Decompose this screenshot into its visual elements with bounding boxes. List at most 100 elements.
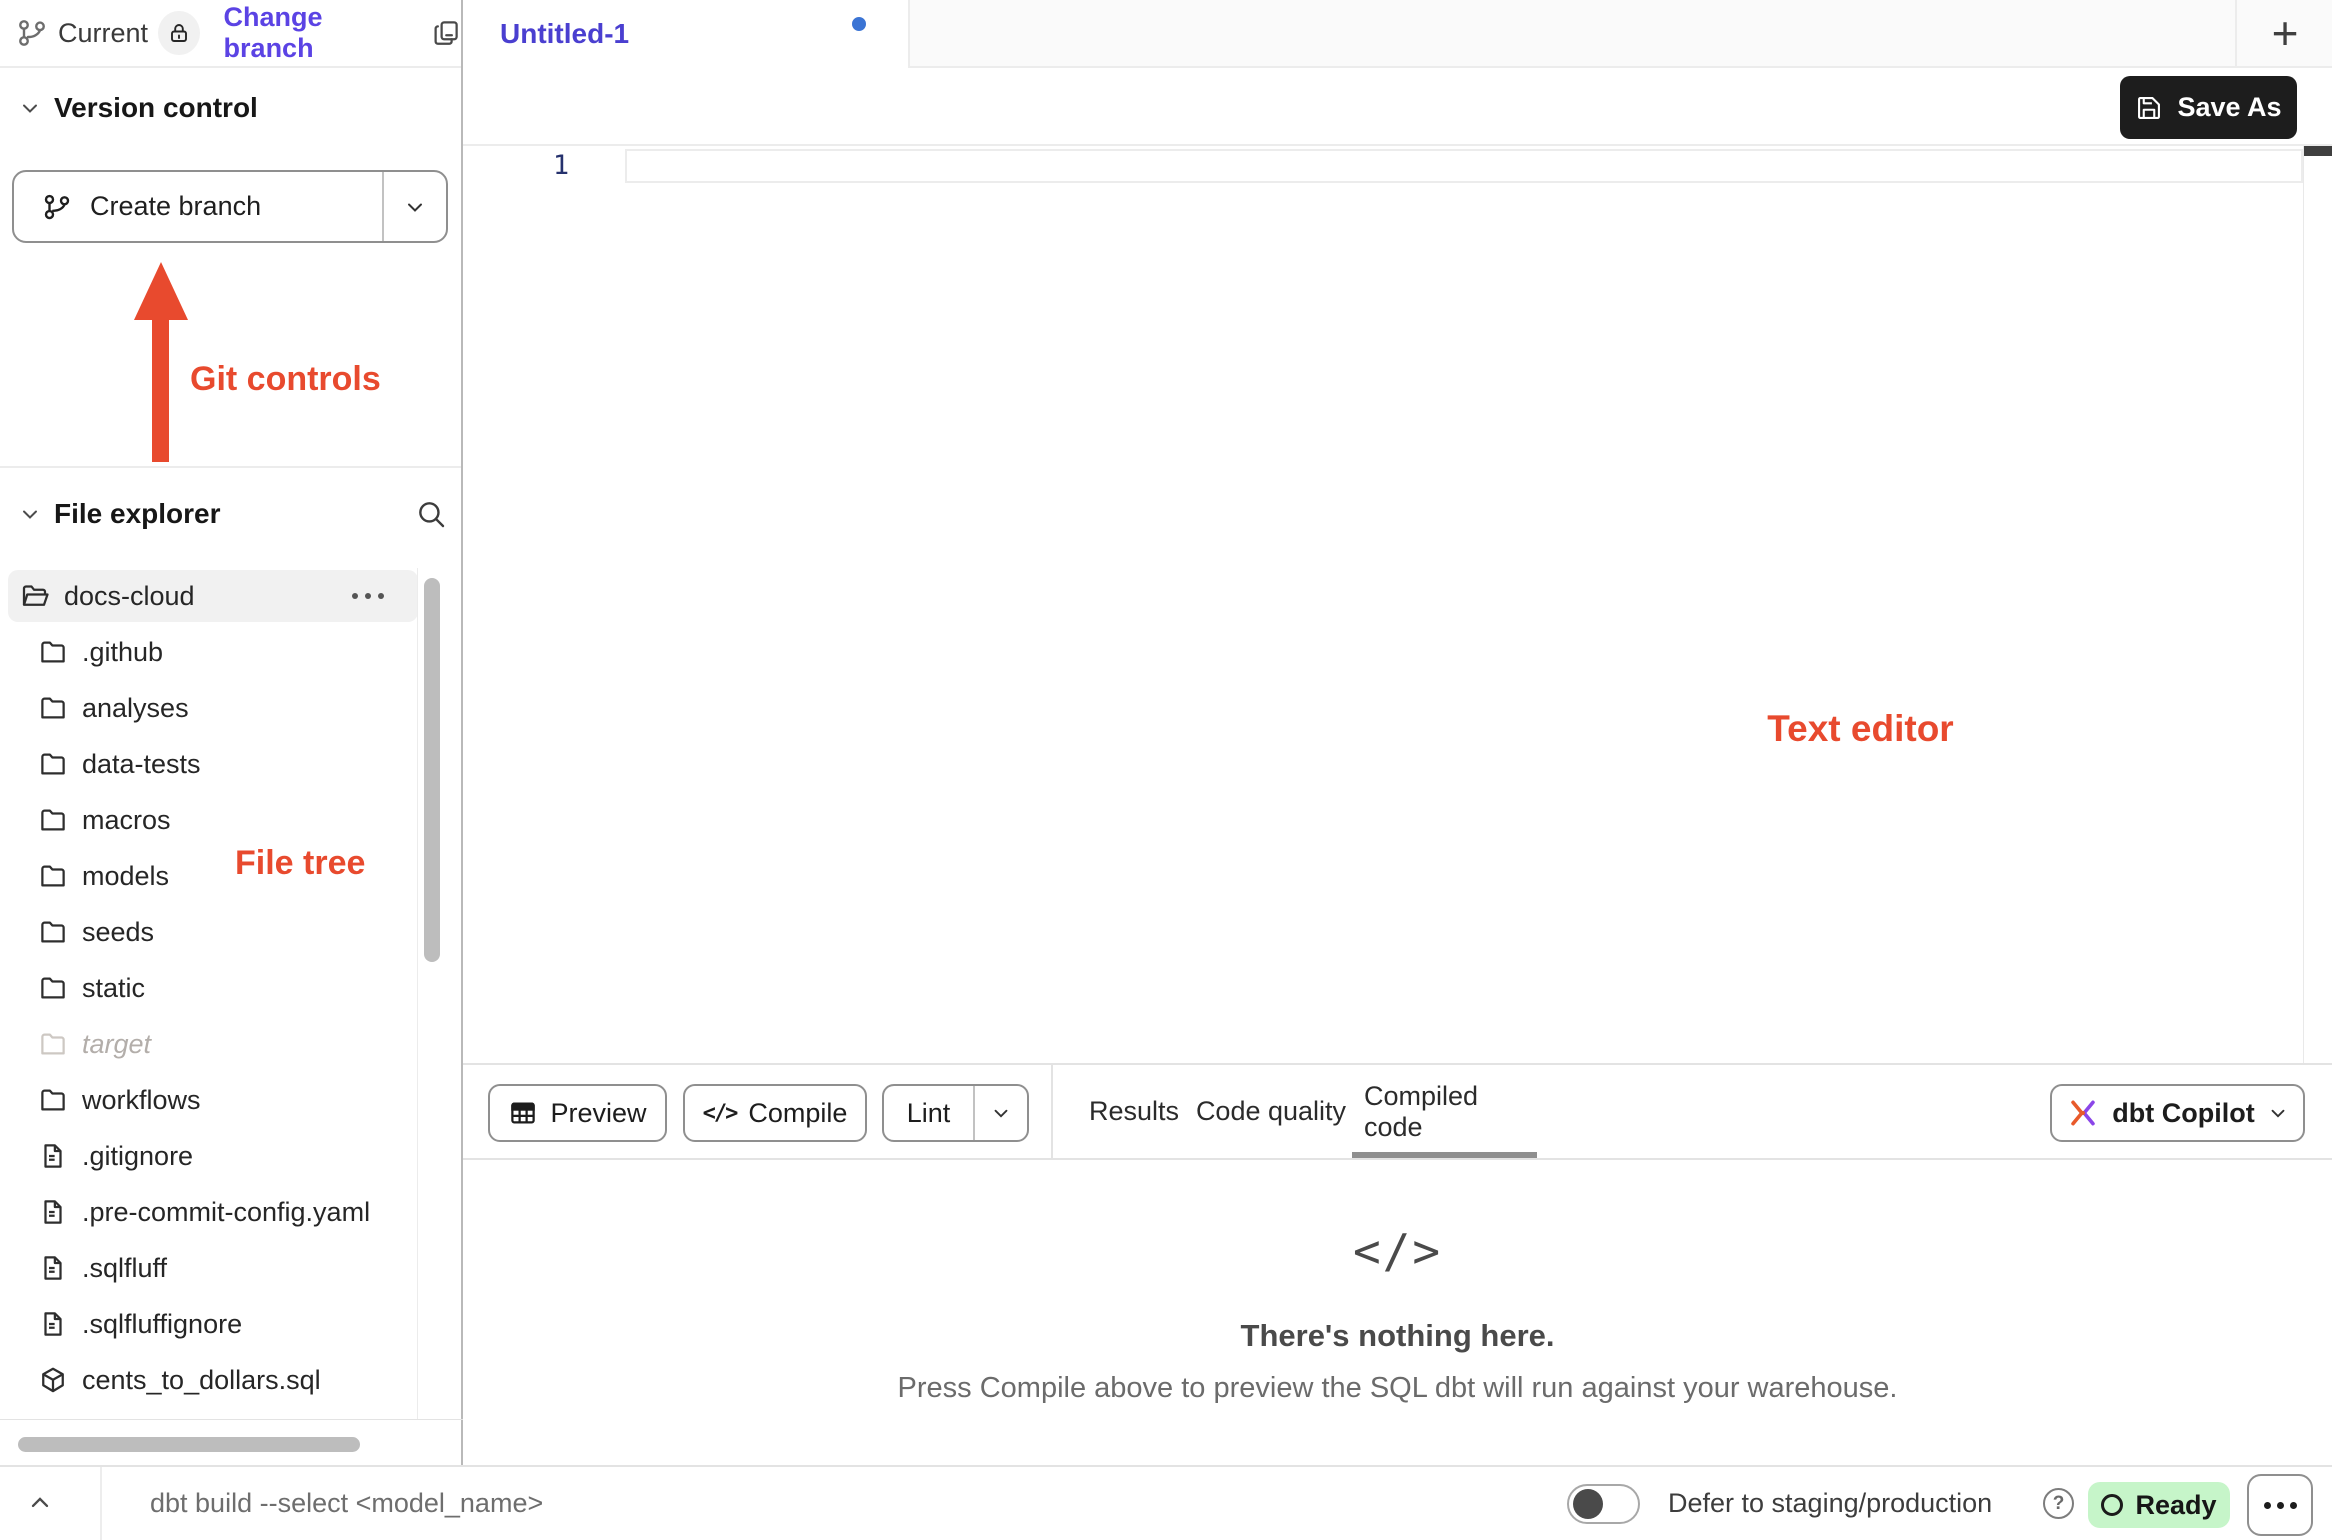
- tree-row-pre-commit-config[interactable]: .pre-commit-config.yaml: [0, 1184, 418, 1240]
- create-branch-dropdown[interactable]: [384, 172, 446, 241]
- tree-row-seeds[interactable]: seeds: [0, 904, 418, 960]
- file-label: models: [82, 861, 169, 892]
- folder-icon: [38, 1085, 68, 1115]
- folder-icon: [38, 1029, 68, 1059]
- editor-scrollbar-thumb[interactable]: [2304, 146, 2332, 156]
- folder-icon: [38, 861, 68, 891]
- file-label: .gitignore: [82, 1141, 193, 1172]
- preview-button[interactable]: Preview: [488, 1084, 667, 1142]
- line-number: 1: [533, 150, 589, 181]
- tree-row-workflows[interactable]: workflows: [0, 1072, 418, 1128]
- tree-bottom-divider: [0, 1419, 463, 1420]
- tree-horizontal-scrollbar[interactable]: [18, 1437, 360, 1452]
- save-as-button[interactable]: Save As: [2120, 76, 2297, 139]
- tree-row-cents-to-dollars[interactable]: cents_to_dollars.sql: [0, 1352, 418, 1408]
- lint-button[interactable]: Lint: [884, 1098, 973, 1129]
- tree-scroll-track: [417, 568, 418, 1419]
- command-bar: Command line Defer to staging/production…: [0, 1465, 2332, 1540]
- tree-row-static[interactable]: static: [0, 960, 418, 1016]
- code-icon: </>: [703, 1101, 737, 1126]
- file-explorer-title: File explorer: [54, 498, 221, 530]
- tree-row-gitignore[interactable]: .gitignore: [0, 1128, 418, 1184]
- file-label: docs-cloud: [64, 581, 195, 612]
- more-options-button[interactable]: [2247, 1474, 2313, 1536]
- tab-results[interactable]: Results: [1064, 1065, 1204, 1158]
- file-label: .sqlfluff: [82, 1253, 167, 1284]
- tree-row-target[interactable]: target: [0, 1016, 418, 1072]
- tree-row-macros[interactable]: macros: [0, 792, 418, 848]
- file-label: static: [82, 973, 145, 1004]
- file-label: seeds: [82, 917, 154, 948]
- tab-compiled-code[interactable]: Compiled code: [1364, 1065, 1524, 1158]
- chevron-down-icon: [403, 195, 427, 219]
- dbt-copilot-logo-icon: [2066, 1096, 2100, 1130]
- toggle-knob: [1573, 1489, 1603, 1519]
- annotation-arrow-up: [134, 262, 188, 320]
- search-icon[interactable]: [415, 498, 447, 530]
- file-label: .sqlfluffignore: [82, 1309, 242, 1340]
- chevron-down-icon: [990, 1102, 1012, 1124]
- file-explorer-header[interactable]: File explorer: [18, 498, 221, 530]
- tree-vertical-scrollbar[interactable]: [424, 578, 440, 962]
- tree-row-data-tests[interactable]: data-tests: [0, 736, 418, 792]
- active-line-highlight: [625, 149, 2303, 183]
- code-editor[interactable]: 1 Text editor: [463, 146, 2332, 1063]
- compile-label: Compile: [748, 1098, 847, 1129]
- dbt-copilot-label: dbt Copilot: [2112, 1098, 2254, 1129]
- annotation-git-controls: Git controls: [190, 360, 381, 399]
- change-branch-link[interactable]: Change branch: [224, 2, 409, 64]
- editor-toolbar: Preview </> Compile Lint Results Code qu…: [463, 1063, 2332, 1160]
- folder-icon: [38, 637, 68, 667]
- preview-label: Preview: [550, 1098, 646, 1129]
- tree-row-sqlfluffignore[interactable]: .sqlfluffignore: [0, 1296, 418, 1352]
- lint-dropdown[interactable]: [975, 1102, 1027, 1124]
- sidebar: Current Change branch Version control: [0, 0, 463, 1465]
- dbt-ide-app: Current Change branch Version control: [0, 0, 2332, 1540]
- defer-toggle[interactable]: [1567, 1484, 1640, 1524]
- new-tab-button[interactable]: +: [2245, 0, 2325, 66]
- chevron-up-icon[interactable]: [26, 1489, 54, 1517]
- button-divider: [973, 1086, 975, 1140]
- tree-row-docs-cloud[interactable]: docs-cloud: [0, 568, 418, 624]
- tree-row-github[interactable]: .github: [0, 624, 418, 680]
- tab-code-quality[interactable]: Code quality: [1191, 1065, 1351, 1158]
- dbt-copilot-button[interactable]: dbt Copilot: [2050, 1084, 2305, 1142]
- tree-row-sqlfluff[interactable]: .sqlfluff: [0, 1240, 418, 1296]
- command-bar-divider: [100, 1467, 102, 1540]
- branch-lock-button[interactable]: [158, 11, 200, 55]
- status-badge: Ready: [2088, 1482, 2230, 1528]
- folder-icon: [38, 917, 68, 947]
- file-label: data-tests: [82, 749, 201, 780]
- folder-icon: [38, 973, 68, 1003]
- empty-state-title: There's nothing here.: [463, 1318, 2332, 1354]
- git-branch-icon: [16, 17, 48, 49]
- copy-icon[interactable]: [431, 18, 461, 48]
- help-icon[interactable]: ?: [2043, 1488, 2074, 1519]
- compile-button[interactable]: </> Compile: [683, 1084, 867, 1142]
- unsaved-changes-dot-icon: [852, 17, 866, 31]
- annotation-file-tree: File tree: [235, 844, 365, 883]
- file-label: .pre-commit-config.yaml: [82, 1197, 370, 1228]
- file-icon: [38, 1253, 68, 1283]
- row-options-icon[interactable]: [352, 593, 384, 599]
- version-control-header[interactable]: Version control: [18, 92, 258, 124]
- file-tree: docs-cloud .github analyses data-te: [0, 568, 418, 1408]
- current-branch-label: Current: [58, 18, 148, 49]
- editor-action-row: Save As: [463, 68, 2332, 146]
- git-branch-icon: [42, 192, 72, 222]
- tab-untitled-1[interactable]: Untitled-1: [463, 0, 910, 68]
- folder-open-icon: [20, 581, 50, 611]
- create-branch-button[interactable]: Create branch: [14, 172, 382, 241]
- table-icon: [508, 1098, 538, 1128]
- tree-row-analyses[interactable]: analyses: [0, 680, 418, 736]
- lint-split-button: Lint: [882, 1084, 1029, 1142]
- file-label: .github: [82, 637, 163, 668]
- version-control-title: Version control: [54, 92, 258, 124]
- tab-strip-divider: [2235, 0, 2237, 68]
- code-icon: </>: [463, 1224, 2332, 1278]
- create-branch-split-button: Create branch: [12, 170, 448, 243]
- defer-label: Defer to staging/production: [1668, 1488, 1992, 1519]
- command-input[interactable]: [150, 1481, 570, 1525]
- chevron-down-icon: [18, 96, 42, 120]
- file-label: cents_to_dollars.sql: [82, 1365, 321, 1396]
